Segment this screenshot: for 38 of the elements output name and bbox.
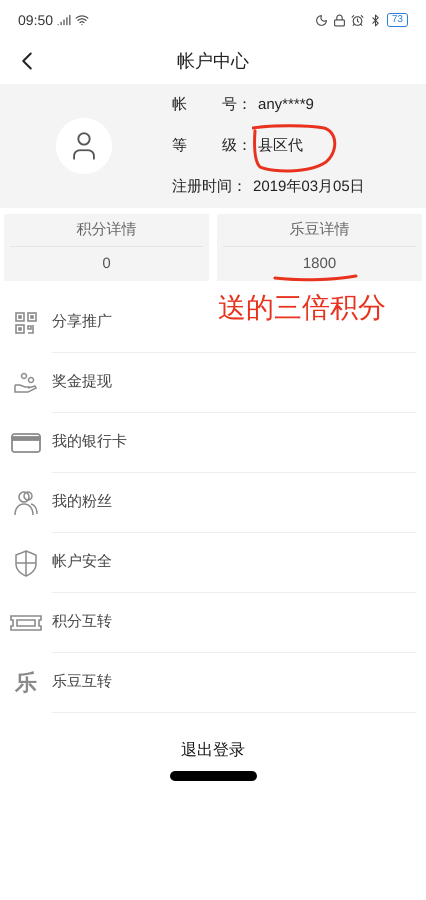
battery-indicator: 73 (386, 13, 408, 27)
menu-item[interactable]: 我的银行卡 (52, 431, 127, 454)
field-label-part: 等 (172, 136, 187, 156)
status-time: 09:50 (18, 10, 54, 30)
field-label: 注册时间： (172, 177, 247, 197)
hand-coins-icon (14, 372, 38, 394)
stat-card[interactable]: 积分详情 0 (4, 214, 209, 281)
field-value: 2019年03月05日 (253, 177, 365, 197)
shield-icon (14, 550, 38, 576)
menu-item[interactable]: 积分互转 (52, 611, 112, 634)
field-label-part: 帐 (172, 95, 187, 115)
users-icon (13, 490, 39, 516)
menu-item[interactable]: 分享推广 (52, 311, 112, 334)
stat-label: 乐豆详情 (290, 220, 350, 240)
field-label-part: 级： (222, 136, 252, 156)
field-value: any****9 (258, 95, 314, 115)
moon-icon (314, 14, 328, 26)
wifi-icon (75, 13, 90, 27)
menu-item[interactable]: 我的粉丝 (52, 491, 112, 514)
field-label-part: 号： (222, 95, 252, 115)
menu-item[interactable]: 帐户安全 (52, 551, 112, 574)
page-title: 帐户中心 (177, 50, 249, 72)
annotation-text: 送的三倍积分 (218, 291, 386, 325)
stat-card[interactable]: 乐豆详情 1800 (217, 214, 422, 281)
stat-value: 0 (102, 254, 111, 274)
stat-value: 1800 (302, 254, 336, 274)
alarm-icon (350, 14, 364, 26)
field-value: 县区代 (258, 136, 303, 156)
stat-label: 积分详情 (76, 220, 136, 240)
qr-code-icon (15, 312, 37, 334)
menu-item[interactable]: 乐豆互转 (52, 671, 112, 694)
credit-card-icon (11, 433, 41, 453)
lock-icon (332, 14, 346, 26)
menu-item[interactable]: 奖金提现 (52, 371, 112, 394)
signal-icon (57, 13, 72, 27)
ticket-icon (10, 615, 42, 631)
menu-glyph-icon: 乐 (15, 672, 37, 694)
logout-button[interactable]: 退出登录 (181, 739, 245, 763)
